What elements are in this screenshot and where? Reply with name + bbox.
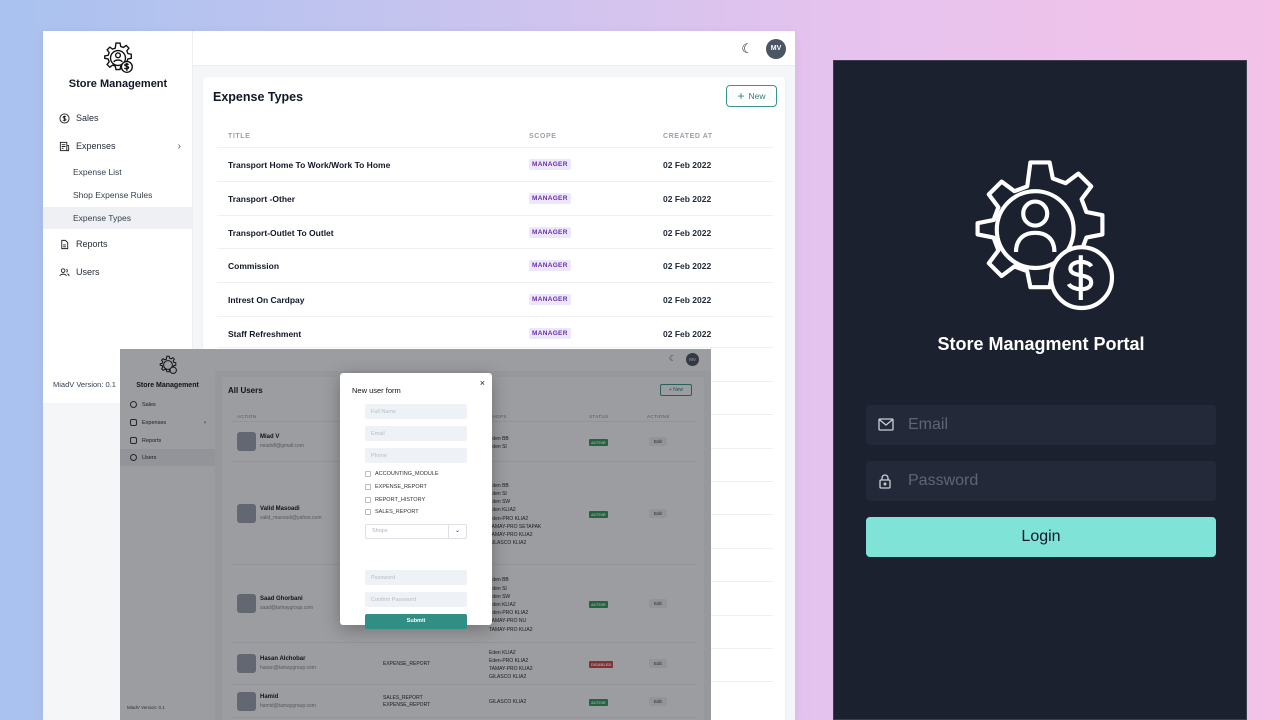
login-button[interactable]: Login xyxy=(866,517,1216,557)
lock-icon xyxy=(879,474,891,489)
checkbox-icon xyxy=(365,484,371,490)
scope-badge: MANAGER xyxy=(529,159,571,170)
created-at: 02 Feb 2022 xyxy=(663,193,712,204)
brand-name: Store Management xyxy=(68,78,168,90)
users-window: Store Management Sales Expenses › Reports… xyxy=(120,349,711,720)
sidebar-item-expense-list[interactable]: Expense List xyxy=(43,161,193,183)
table-row[interactable]: Transport -Other MANAGER 02 Feb 2022 xyxy=(217,180,773,215)
mail-icon xyxy=(878,418,894,431)
sidebar: Store Management Sales Expenses › Expens… xyxy=(43,31,193,403)
expense-type-title: Commission xyxy=(228,261,280,272)
created-at: 02 Feb 2022 xyxy=(663,295,712,306)
created-at: 02 Feb 2022 xyxy=(663,261,712,272)
created-at: 02 Feb 2022 xyxy=(663,227,712,238)
scope-badge: MANAGER xyxy=(529,260,571,272)
email-input-wrapper xyxy=(866,405,1216,445)
column-header-scope: SCOPE xyxy=(529,133,557,140)
chevron-right-icon: › xyxy=(177,140,181,152)
users-icon xyxy=(59,267,70,276)
sidebar-item-users[interactable]: Users xyxy=(43,259,193,285)
scope-badge: MANAGER xyxy=(529,328,571,339)
table-row[interactable]: Intrest On Cardpay MANAGER 02 Feb 2022 xyxy=(217,282,773,316)
expense-type-title: Intrest On Cardpay xyxy=(228,295,305,306)
permission-checkbox[interactable]: SALES_REPORT xyxy=(365,509,419,515)
checkbox-icon xyxy=(365,471,371,477)
close-icon[interactable]: × xyxy=(480,378,485,388)
scope-badge: MANAGER xyxy=(529,192,571,204)
sidebar-item-label: Expenses xyxy=(76,141,116,151)
new-user-modal: New user form × ACCOUNTING_MODULE EXPENS… xyxy=(340,373,492,629)
sidebar-item-label: Sales xyxy=(76,113,99,123)
table-row[interactable]: Commission MANAGER 02 Feb 2022 xyxy=(217,248,773,282)
permission-checkbox[interactable]: EXPENSE_REPORT xyxy=(365,484,427,490)
expenses-icon xyxy=(59,141,70,151)
brand: Store Management xyxy=(43,41,193,90)
column-header-created-at: CREATED AT xyxy=(663,133,713,140)
table-row[interactable]: Staff Refreshment MANAGER 02 Feb 2022 xyxy=(217,316,773,350)
plus-icon: + xyxy=(737,89,745,103)
permission-checkbox[interactable]: REPORT_HISTORY xyxy=(365,497,425,503)
permission-label: REPORT_HISTORY xyxy=(375,497,426,503)
email-field[interactable] xyxy=(365,426,467,441)
expense-type-title: Transport Home To Work/Work To Home xyxy=(228,160,391,170)
created-at: 02 Feb 2022 xyxy=(663,160,712,170)
created-at: 02 Feb 2022 xyxy=(663,329,712,339)
phone-field[interactable] xyxy=(365,448,467,463)
login-panel: Store Managment Portal Login xyxy=(833,60,1247,720)
permission-label: EXPENSE_REPORT xyxy=(375,484,427,490)
sidebar-item-label: Reports xyxy=(76,239,108,249)
submit-button[interactable]: Submit xyxy=(365,614,467,629)
version-label: MiadV Version: 0.1 xyxy=(53,380,116,389)
expense-type-title: Staff Refreshment xyxy=(228,329,302,339)
scope-badge: MANAGER xyxy=(529,294,571,306)
document-icon xyxy=(61,239,69,249)
store-management-logo-icon xyxy=(104,42,133,73)
avatar[interactable]: MV xyxy=(766,39,786,59)
new-expense-type-button[interactable]: + New xyxy=(726,85,777,107)
topbar: ☾ MV xyxy=(193,31,795,66)
full-name-field[interactable] xyxy=(365,404,467,419)
email-input[interactable] xyxy=(908,405,1208,445)
shops-select-value: Shops xyxy=(372,528,388,534)
sidebar-item-expense-types[interactable]: Expense Types xyxy=(43,207,193,229)
password-input[interactable] xyxy=(908,461,1208,501)
permission-checkbox[interactable]: ACCOUNTING_MODULE xyxy=(365,471,439,477)
page-title: Expense Types xyxy=(213,90,304,104)
modal-title: New user form xyxy=(352,386,401,395)
sidebar-item-shop-expense-rules[interactable]: Shop Expense Rules xyxy=(43,184,193,206)
checkbox-icon xyxy=(365,509,371,515)
table-row[interactable]: Transport Home To Work/Work To Home MANAG… xyxy=(217,147,773,181)
sidebar-item-label: Users xyxy=(76,267,100,277)
permission-label: SALES_REPORT xyxy=(375,509,419,515)
permission-label: ACCOUNTING_MODULE xyxy=(375,471,439,477)
new-button-label: New xyxy=(748,91,766,101)
dollar-circle-icon xyxy=(59,112,70,124)
sidebar-item-sales[interactable]: Sales xyxy=(43,105,193,131)
password-field[interactable] xyxy=(365,570,467,585)
scope-badge: MANAGER xyxy=(529,226,571,238)
confirm-password-field[interactable] xyxy=(365,592,467,607)
table-row[interactable]: Transport-Outlet To Outlet MANAGER 02 Feb … xyxy=(217,214,773,249)
expense-type-title: Transport-Outlet To Outlet xyxy=(228,227,334,238)
checkbox-icon xyxy=(365,497,371,503)
sidebar-item-expenses[interactable]: Expenses › xyxy=(43,133,193,159)
expense-type-title: Transport -Other xyxy=(228,193,296,204)
dark-mode-toggle-icon[interactable]: ☾ xyxy=(741,41,753,57)
password-input-wrapper xyxy=(866,461,1216,501)
shops-select[interactable]: Shops ⌄ xyxy=(365,524,467,539)
store-management-logo-icon xyxy=(975,160,1115,311)
sidebar-item-reports[interactable]: Reports xyxy=(43,231,193,257)
chevron-down-icon: ⌄ xyxy=(448,525,466,538)
column-header-title: TITLE xyxy=(228,133,251,140)
portal-title: Store Managment Portal xyxy=(937,334,1145,354)
